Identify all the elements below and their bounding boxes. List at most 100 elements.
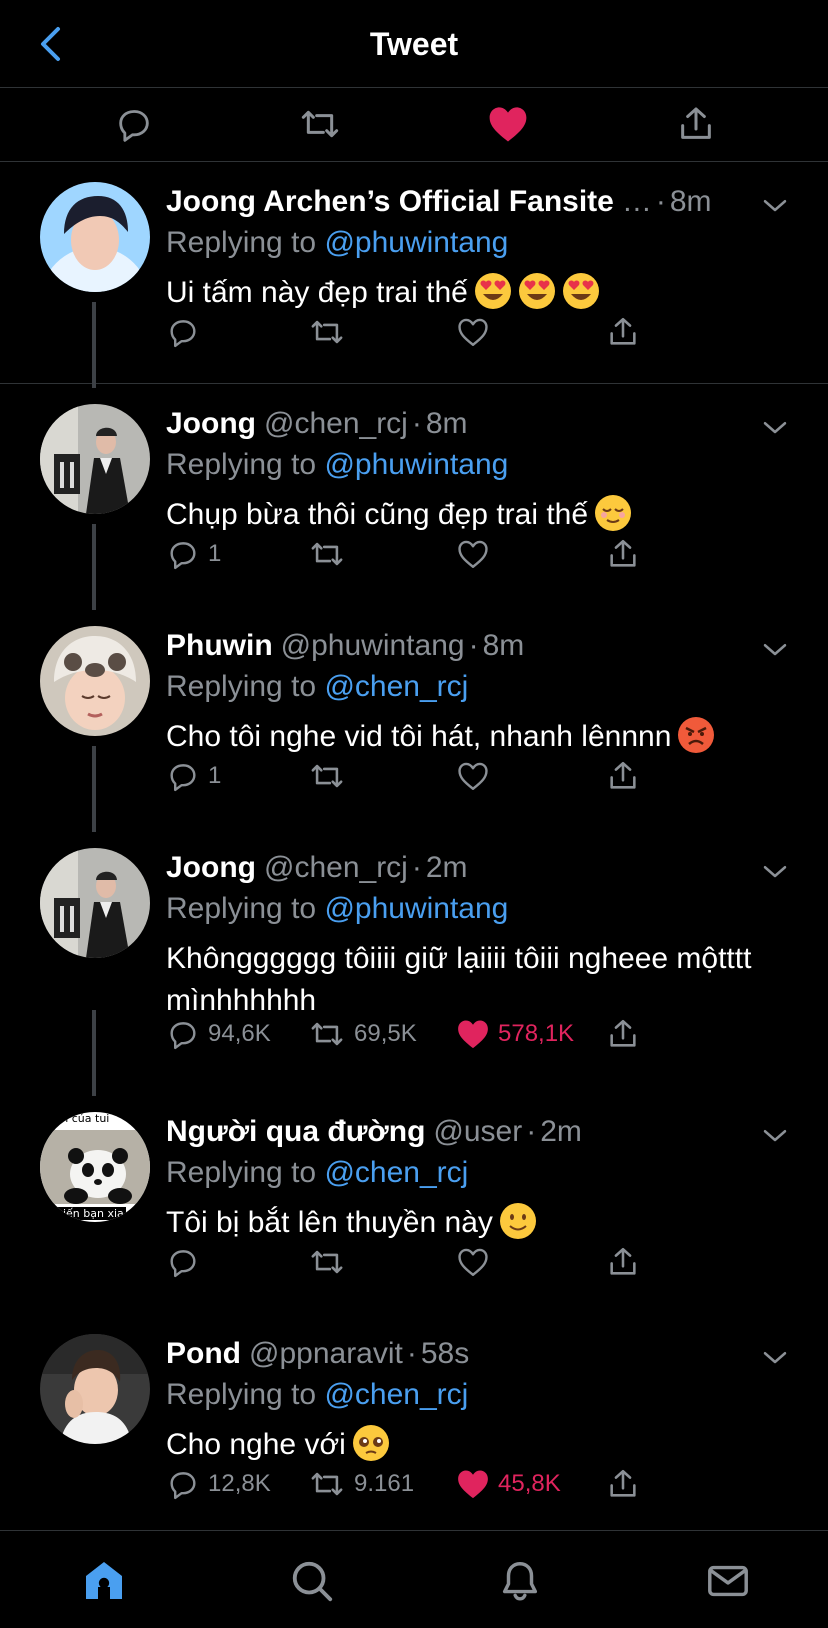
- separator-dot: ·: [526, 1115, 537, 1148]
- like-button[interactable]: [456, 756, 490, 796]
- user-handle[interactable]: @ppnaravit: [249, 1334, 403, 1374]
- tweet-actions: 12,8K 9.161 45,8K: [166, 1464, 798, 1504]
- main-retweet-button[interactable]: [292, 98, 348, 150]
- tab-search[interactable]: [284, 1553, 340, 1609]
- tab-home[interactable]: [76, 1553, 132, 1609]
- replying-to-handle[interactable]: @chen_rcj: [324, 1378, 468, 1411]
- share-button[interactable]: [606, 756, 640, 796]
- tab-messages[interactable]: [700, 1553, 756, 1609]
- share-button[interactable]: [606, 1242, 640, 1282]
- user-handle[interactable]: @user: [433, 1112, 522, 1152]
- reply-button[interactable]: [166, 1242, 200, 1282]
- share-icon: [681, 107, 711, 139]
- main-like-button[interactable]: [480, 98, 536, 150]
- retweet-icon: [311, 1250, 343, 1274]
- replying-label: Replying to: [166, 1156, 317, 1189]
- reply-tweet[interactable]: Phuwin @phuwintang · 8m Replying to @che…: [0, 524, 828, 828]
- avatar[interactable]: [40, 404, 150, 514]
- reply-button[interactable]: 94,6K: [166, 1014, 271, 1054]
- retweet-button[interactable]: [308, 534, 346, 574]
- tweet-options-button[interactable]: [760, 1342, 790, 1372]
- reply-count: 1: [208, 762, 222, 789]
- avatar[interactable]: [40, 1334, 150, 1444]
- tweet-text: Tôi bị bắt lên thuyền này: [166, 1202, 798, 1244]
- user-handle[interactable]: @chen_rcj: [264, 848, 408, 888]
- search-icon: [292, 1561, 333, 1602]
- like-button[interactable]: 578,1K: [456, 1014, 574, 1054]
- replying-to: Replying to @chen_rcj: [166, 1152, 798, 1194]
- retweet-button[interactable]: [308, 756, 346, 796]
- tweet-actions: [166, 312, 798, 352]
- replying-to: Replying to @chen_rcj: [166, 666, 798, 708]
- user-handle[interactable]: @chen_rcj: [264, 404, 408, 444]
- replying-to-handle[interactable]: @phuwintang: [324, 448, 508, 481]
- share-icon: [610, 317, 636, 345]
- like-button[interactable]: [456, 312, 490, 352]
- thread-line: [92, 302, 96, 388]
- reply-tweet[interactable]: Pond @ppnaravit · 58s Replying to @chen_…: [0, 1314, 828, 1530]
- heart-filled-icon: [458, 1470, 488, 1499]
- reply-button[interactable]: [166, 312, 200, 352]
- thread-line: [92, 1010, 96, 1096]
- reply-icon: [170, 1250, 196, 1278]
- tweet-options-button[interactable]: [760, 1120, 790, 1150]
- replying-to-handle[interactable]: @chen_rcj: [324, 1156, 468, 1189]
- share-button[interactable]: [606, 312, 640, 352]
- heart-eyes-emoji: [562, 272, 600, 310]
- retweet-button[interactable]: [308, 1242, 346, 1282]
- share-button[interactable]: [606, 1464, 640, 1504]
- tweet-actions: 1: [166, 756, 798, 796]
- display-name[interactable]: Người qua đường: [166, 1112, 425, 1152]
- tweet-options-button[interactable]: [760, 856, 790, 886]
- replying-label: Replying to: [166, 1378, 317, 1411]
- display-name[interactable]: Phuwin: [166, 626, 273, 666]
- tweet-text: Chụp bừa thôi cũng đẹp trai thế: [166, 494, 798, 536]
- reply-tweet[interactable]: Joong @chen_rcj · 8m Replying to @phuwin…: [0, 302, 828, 606]
- reply-icon: [170, 764, 196, 792]
- tweet-options-button[interactable]: [760, 412, 790, 442]
- reply-count: 1: [208, 540, 222, 567]
- avatar[interactable]: yện của tui hiến bạn xia: [40, 1112, 150, 1222]
- replying-to-handle[interactable]: @phuwintang: [324, 892, 508, 925]
- like-button[interactable]: [456, 1242, 490, 1282]
- tab-notifications[interactable]: [492, 1553, 548, 1609]
- tweet-text-body: Tôi bị bắt lên thuyền này: [166, 1206, 493, 1239]
- retweet-button[interactable]: 9.161: [308, 1464, 414, 1504]
- tweet-options-button[interactable]: [760, 190, 790, 220]
- reply-tweet[interactable]: Joong Archen’s Official Fansite … · 8m R…: [0, 162, 828, 384]
- display-name[interactable]: Joong: [166, 404, 256, 444]
- replying-to: Replying to @phuwintang: [166, 444, 798, 486]
- main-reply-button[interactable]: [106, 98, 162, 150]
- replying-to: Replying to @phuwintang: [166, 222, 798, 264]
- heart-eyes-emoji: [518, 272, 556, 310]
- tweet-text-body: Cho tôi nghe vid tôi hát, nhanh lênnnn: [166, 720, 672, 753]
- display-name[interactable]: Pond: [166, 1334, 241, 1374]
- heart-eyes-emoji: [474, 272, 512, 310]
- avatar[interactable]: [40, 848, 150, 958]
- retweet-button[interactable]: 69,5K: [308, 1014, 417, 1054]
- relieved-emoji: [594, 494, 632, 532]
- main-share-button[interactable]: [668, 98, 724, 150]
- share-button[interactable]: [606, 1014, 640, 1054]
- avatar[interactable]: [40, 626, 150, 736]
- timestamp: 2m: [425, 851, 468, 884]
- like-button[interactable]: [456, 534, 490, 574]
- tweet-options-button[interactable]: [760, 634, 790, 664]
- user-handle[interactable]: @phuwintang: [281, 626, 465, 666]
- avatar[interactable]: [40, 182, 150, 292]
- share-button[interactable]: [606, 534, 640, 574]
- retweet-button[interactable]: [308, 312, 346, 352]
- replying-to-handle[interactable]: @phuwintang: [324, 226, 508, 259]
- display-name[interactable]: Joong Archen’s Official Fansite: [166, 182, 614, 222]
- like-button[interactable]: 45,8K: [456, 1464, 561, 1504]
- reply-tweet[interactable]: Joong @chen_rcj · 2m Replying to @phuwin…: [0, 746, 828, 1092]
- reply-tweet[interactable]: yện của tui hiến bạn xia Người qua đường…: [0, 1010, 828, 1314]
- retweet-icon: [301, 110, 339, 138]
- replying-label: Replying to: [166, 670, 317, 703]
- display-name[interactable]: Joong: [166, 848, 256, 888]
- replying-to-handle[interactable]: @chen_rcj: [324, 670, 468, 703]
- reply-button[interactable]: 12,8K: [166, 1464, 271, 1504]
- reply-button[interactable]: 1: [166, 756, 221, 796]
- timestamp: 8m: [482, 629, 525, 662]
- reply-button[interactable]: 1: [166, 534, 221, 574]
